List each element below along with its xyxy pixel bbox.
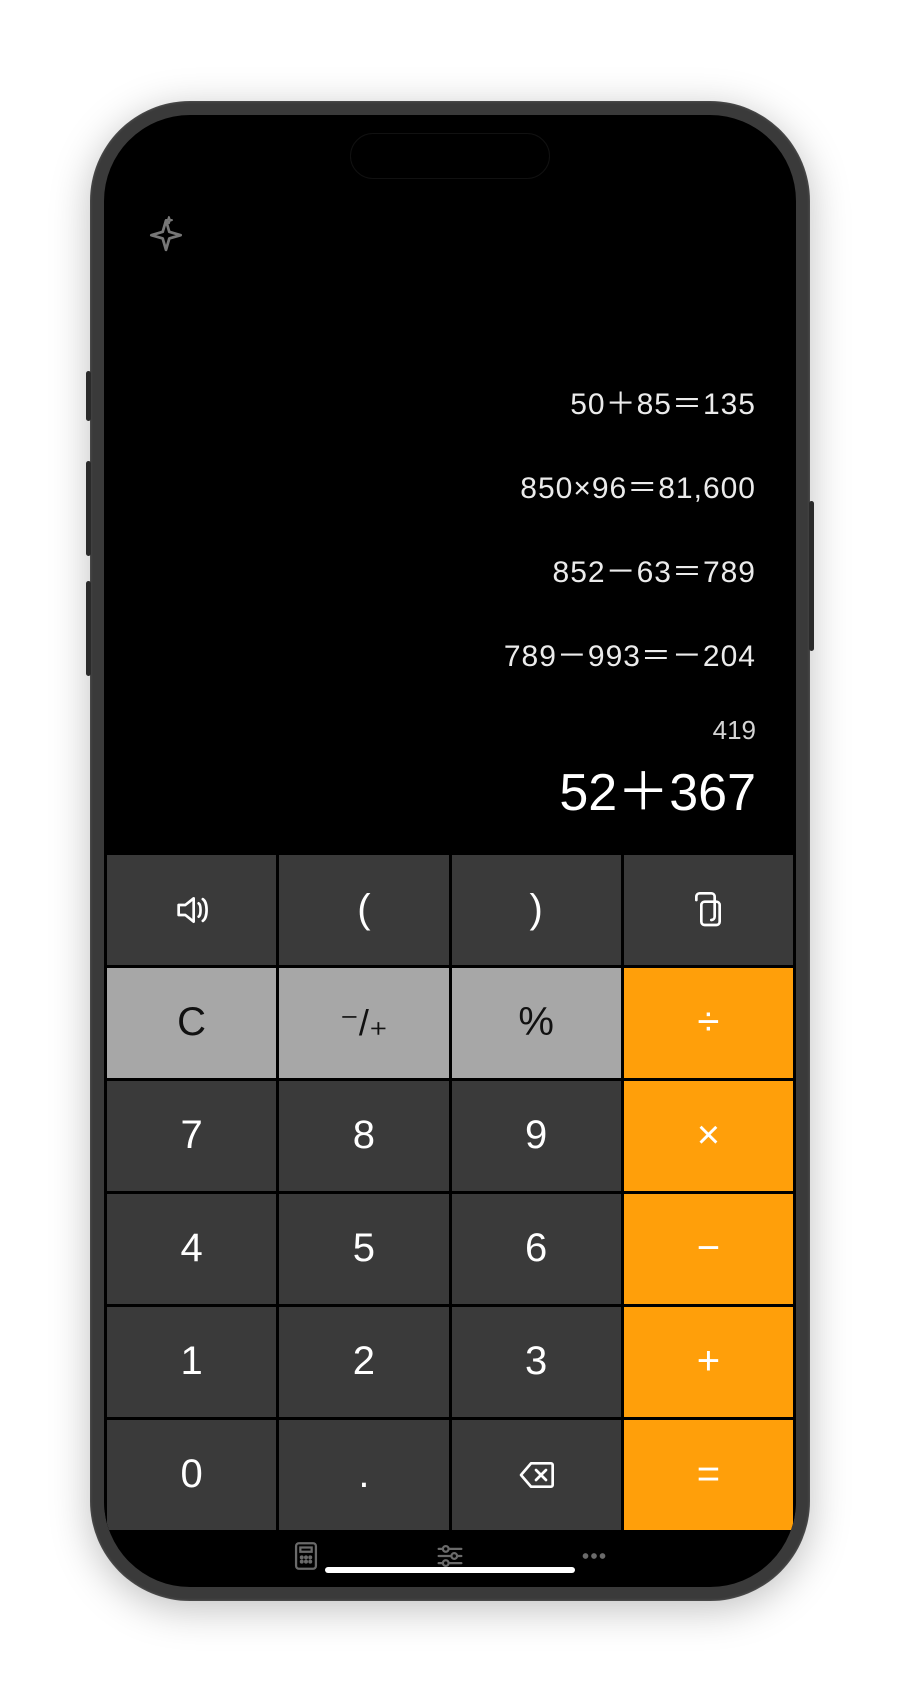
divide-button[interactable]: ÷ [624, 968, 793, 1078]
digit-7-button[interactable]: 7 [107, 1081, 276, 1191]
plus-minus-button[interactable]: ⁻/₊ [279, 968, 448, 1078]
digit-5-button[interactable]: 5 [279, 1194, 448, 1304]
home-indicator[interactable] [325, 1567, 575, 1573]
digit-1-button[interactable]: 1 [107, 1307, 276, 1417]
history-line[interactable]: 852－63＝789 [553, 547, 756, 591]
side-button-power [809, 501, 814, 651]
history-list: 50＋85＝135 850×96＝81,600 852－63＝789 789－9… [144, 259, 756, 835]
equals-button[interactable]: = [624, 1420, 793, 1530]
side-button-vol-up [86, 461, 91, 556]
dynamic-island [350, 133, 550, 179]
open-paren-button[interactable]: ( [279, 855, 448, 965]
backspace-button[interactable] [452, 1420, 621, 1530]
phone-screen: 果仁 ● 50＋85＝135 850×96＝81,600 852－63＝789 … [104, 115, 796, 1587]
bottom-nav [104, 1530, 796, 1587]
preview-result: 419 [713, 715, 756, 746]
phone-frame: 果仁 ● 50＋85＝135 850×96＝81,600 852－63＝789 … [90, 101, 810, 1601]
digit-0-button[interactable]: 0 [107, 1420, 276, 1530]
sparkle-icon[interactable] [144, 215, 188, 259]
history-line[interactable]: 850×96＝81,600 [520, 463, 756, 507]
copy-button[interactable] [624, 855, 793, 965]
sound-button[interactable] [107, 855, 276, 965]
current-expression: 52＋367 [559, 750, 756, 825]
display-area: 50＋85＝135 850×96＝81,600 852－63＝789 789－9… [104, 115, 796, 855]
history-line[interactable]: 50＋85＝135 [570, 379, 756, 423]
percent-button[interactable]: % [452, 968, 621, 1078]
digit-4-button[interactable]: 4 [107, 1194, 276, 1304]
decimal-button[interactable]: . [279, 1420, 448, 1530]
side-button-mute [86, 371, 91, 421]
digit-8-button[interactable]: 8 [279, 1081, 448, 1191]
multiply-button[interactable]: × [624, 1081, 793, 1191]
plus-minus-label: ⁻/₊ [340, 1002, 388, 1044]
nav-calculator-icon[interactable] [289, 1539, 323, 1578]
plus-button[interactable]: + [624, 1307, 793, 1417]
current-calculation: 419 52＋367 [559, 715, 756, 825]
close-paren-button[interactable]: ) [452, 855, 621, 965]
digit-9-button[interactable]: 9 [452, 1081, 621, 1191]
history-line[interactable]: 789－993＝－204 [504, 631, 756, 675]
digit-2-button[interactable]: 2 [279, 1307, 448, 1417]
minus-button[interactable]: − [624, 1194, 793, 1304]
keypad: ( ) C ⁻/₊ % ÷ 7 8 9 × 4 5 6 − [104, 855, 796, 1530]
clear-button[interactable]: C [107, 968, 276, 1078]
digit-3-button[interactable]: 3 [452, 1307, 621, 1417]
digit-6-button[interactable]: 6 [452, 1194, 621, 1304]
nav-more-icon[interactable] [577, 1539, 611, 1578]
side-button-vol-down [86, 581, 91, 676]
